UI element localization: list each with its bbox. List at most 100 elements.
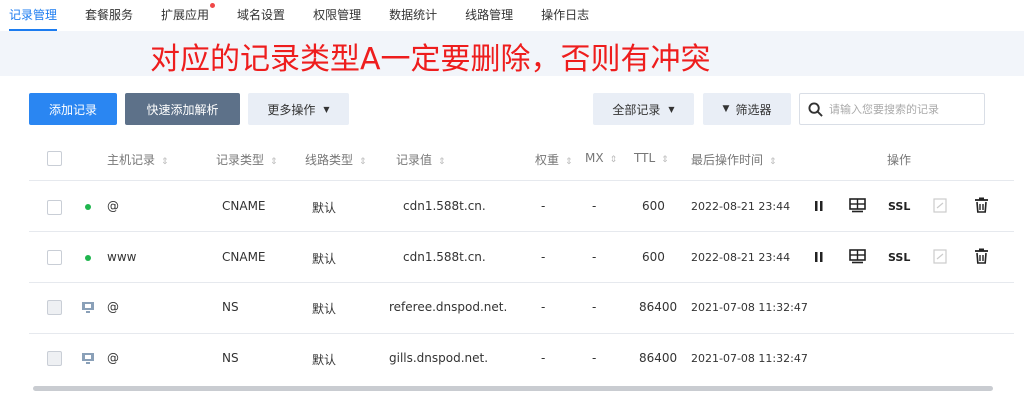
all-records-dropdown[interactable]: 全部记录 ▼ xyxy=(593,93,694,125)
sort-icon: ⇕ xyxy=(438,157,446,167)
tab-label: 线路管理 xyxy=(465,8,514,22)
load-balance-icon[interactable] xyxy=(849,249,866,264)
header-label: MX xyxy=(585,151,604,165)
row-last-modified: 2021-07-08 11:32:47 xyxy=(691,301,808,314)
row-divider xyxy=(29,282,1014,283)
row-divider xyxy=(29,333,1014,334)
delete-icon[interactable] xyxy=(974,197,989,213)
row-mx: - xyxy=(592,300,597,314)
row-mx: - xyxy=(592,351,597,365)
row-line: 默认 xyxy=(312,353,337,367)
search-input[interactable] xyxy=(829,102,979,116)
header-label: 主机记录 xyxy=(107,153,156,167)
remark-icon[interactable] xyxy=(933,249,947,264)
load-balance-icon[interactable] xyxy=(849,198,866,213)
horizontal-scrollbar[interactable] xyxy=(33,386,993,391)
sort-icon: ⇕ xyxy=(565,157,573,167)
ssl-button[interactable]: SSL xyxy=(888,251,910,264)
header-line[interactable]: 线路类型 ⇕ xyxy=(305,151,367,168)
tab-label: 权限管理 xyxy=(313,8,362,22)
tab-label: 域名设置 xyxy=(237,8,286,22)
row-weight: - xyxy=(541,351,546,365)
all-records-label: 全部记录 xyxy=(612,102,661,117)
caret-down-icon: ▼ xyxy=(668,104,675,114)
ssl-button[interactable]: SSL xyxy=(888,200,910,213)
row-host: @ xyxy=(107,300,119,314)
tab-permissions[interactable]: 权限管理 xyxy=(313,0,361,31)
row-value: cdn1.588t.cn. xyxy=(403,250,486,264)
pause-icon[interactable] xyxy=(814,251,824,263)
row-type: NS xyxy=(222,300,239,314)
row-host: @ xyxy=(107,351,119,365)
row-checkbox-disabled xyxy=(47,351,62,366)
row-divider xyxy=(29,231,1014,232)
filter-icon: ▼ xyxy=(722,104,730,114)
more-actions-button[interactable]: 更多操作 ▼ xyxy=(248,93,349,125)
tab-record-management[interactable]: 记录管理 xyxy=(9,0,58,31)
tab-label: 数据统计 xyxy=(389,8,438,22)
header-ttl[interactable]: TTL ⇕ xyxy=(634,151,669,165)
header-label: 记录值 xyxy=(396,153,433,167)
row-checkbox[interactable] xyxy=(47,200,62,215)
pause-icon[interactable] xyxy=(814,200,824,212)
status-enabled-dot xyxy=(85,255,91,261)
tab-label: 记录管理 xyxy=(9,8,58,22)
header-type[interactable]: 记录类型 ⇕ xyxy=(216,151,278,168)
tab-operation-log[interactable]: 操作日志 xyxy=(541,0,589,31)
sort-icon: ⇕ xyxy=(359,157,367,167)
row-weight: - xyxy=(541,250,546,264)
caret-down-icon: ▼ xyxy=(323,104,330,114)
header-value[interactable]: 记录值 ⇕ xyxy=(396,151,446,168)
header-actions: 操作 xyxy=(887,153,912,167)
more-actions-label: 更多操作 xyxy=(267,102,316,117)
tab-statistics[interactable]: 数据统计 xyxy=(389,0,437,31)
header-last-modified[interactable]: 最后操作时间 ⇕ xyxy=(691,151,777,168)
row-mx: - xyxy=(592,250,597,264)
top-nav-tabs: 记录管理 套餐服务 扩展应用 域名设置 权限管理 数据统计 线路管理 操作日志 xyxy=(0,0,1024,31)
row-last-modified: 2022-08-21 23:44 xyxy=(691,251,791,264)
header-host[interactable]: 主机记录 ⇕ xyxy=(107,151,169,168)
row-line: 默认 xyxy=(312,252,337,266)
sort-icon: ⇕ xyxy=(161,157,169,167)
search-box xyxy=(799,93,985,125)
notification-dot xyxy=(210,3,216,8)
row-type: CNAME xyxy=(222,199,266,213)
annotation-text: 对应的记录类型A一定要删除，否则有冲突 xyxy=(150,42,711,77)
row-ttl: 600 xyxy=(642,250,665,264)
header-label: 权重 xyxy=(535,153,560,167)
search-icon xyxy=(808,101,823,117)
row-last-modified: 2022-08-21 23:44 xyxy=(691,200,791,213)
row-ttl: 600 xyxy=(642,199,665,213)
row-weight: - xyxy=(541,300,546,314)
row-line: 默认 xyxy=(312,201,337,215)
row-type: CNAME xyxy=(222,250,266,264)
row-divider xyxy=(29,180,1014,181)
row-line: 默认 xyxy=(312,302,337,316)
delete-icon[interactable] xyxy=(974,248,989,264)
header-label: TTL xyxy=(634,151,656,165)
row-host: www xyxy=(107,250,137,264)
row-ttl: 86400 xyxy=(639,300,678,314)
add-record-button[interactable]: 添加记录 xyxy=(29,93,117,125)
quick-add-button[interactable]: 快速添加解析 xyxy=(125,93,240,125)
sort-icon: ⇕ xyxy=(661,155,669,165)
tab-package-service[interactable]: 套餐服务 xyxy=(85,0,133,31)
remark-icon[interactable] xyxy=(933,198,947,213)
row-value: gills.dnspod.net. xyxy=(389,351,489,365)
tab-domain-settings[interactable]: 域名设置 xyxy=(237,0,285,31)
select-all-checkbox[interactable] xyxy=(47,151,62,166)
sort-icon: ⇕ xyxy=(769,157,777,167)
tab-extensions[interactable]: 扩展应用 xyxy=(161,0,216,31)
row-checkbox[interactable] xyxy=(47,250,62,265)
tab-label: 操作日志 xyxy=(541,8,590,22)
row-last-modified: 2021-07-08 11:32:47 xyxy=(691,352,808,365)
row-value: referee.dnspod.net. xyxy=(389,300,508,314)
row-mx: - xyxy=(592,199,597,213)
status-enabled-dot xyxy=(85,204,91,210)
header-mx[interactable]: MX ⇕ xyxy=(585,151,617,165)
filter-button[interactable]: ▼ 筛选器 xyxy=(703,93,791,125)
tab-line-management[interactable]: 线路管理 xyxy=(465,0,513,31)
header-weight[interactable]: 权重 ⇕ xyxy=(535,151,573,168)
tab-label: 扩展应用 xyxy=(161,8,210,22)
row-weight: - xyxy=(541,199,546,213)
